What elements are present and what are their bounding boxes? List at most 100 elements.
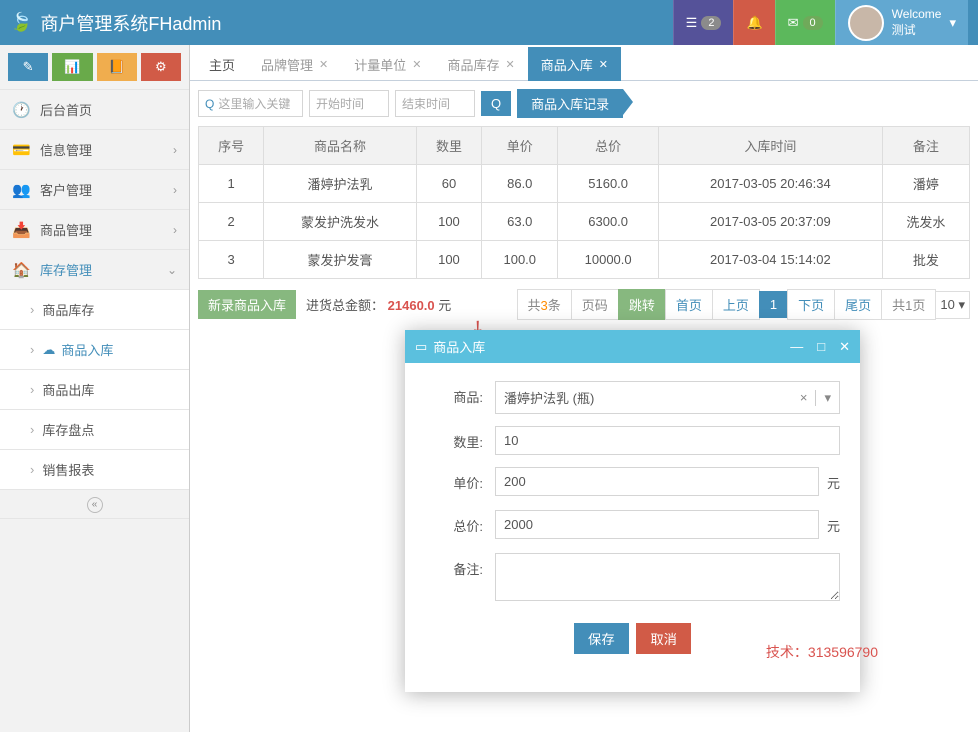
sidebar-subitem-2[interactable]: 商品出库 [0, 370, 189, 410]
table-header: 入库时间 [658, 127, 882, 165]
sidebar-subitem-0[interactable]: 商品库存 [0, 290, 189, 330]
total-unit: 元 [819, 510, 840, 541]
table-row[interactable]: 3蒙发护发膏100100.010000.02017-03-04 15:14:02… [199, 241, 970, 279]
tab-bar: 主页品牌管理✕计量单位✕商品库存✕商品入库✕ [190, 45, 978, 81]
action-stats[interactable]: 📊 [52, 53, 92, 81]
start-date-input[interactable]: 开始时间 [309, 90, 389, 117]
app-title-wrap: 🍃 商户管理系统FHadmin [10, 10, 221, 36]
tab-0[interactable]: 主页 [196, 47, 248, 81]
table-header: 总价 [558, 127, 658, 165]
dialog-title: 商品入库 [433, 337, 485, 356]
page-total: 共3条 [517, 289, 572, 320]
end-date-input[interactable]: 结束时间 [395, 90, 475, 117]
mail-badge: 0 [803, 16, 823, 30]
mail-icon: ✉ [788, 15, 799, 31]
close-icon[interactable]: ✕ [506, 58, 515, 71]
welcome-block: Welcome 测试 [892, 7, 942, 38]
price-input[interactable] [495, 467, 819, 496]
product-select[interactable]: 潘婷护法乳 (瓶) × ▾ [495, 381, 840, 414]
close-icon[interactable]: ✕ [319, 58, 328, 71]
action-book[interactable]: 📙 [97, 53, 137, 81]
sidebar-subitem-1[interactable]: ☁商品入库 [0, 330, 189, 370]
label-remark: 备注: [425, 553, 495, 578]
close-icon[interactable]: ✕ [599, 58, 608, 71]
sidebar-collapse[interactable]: « [0, 490, 189, 519]
price-unit: 元 [819, 467, 840, 498]
sidebar-item-1[interactable]: 💳信息管理› [0, 130, 189, 170]
book-icon: 📙 [109, 59, 125, 75]
search-input[interactable]: Q 这里输入关键 [198, 90, 303, 117]
close-icon[interactable]: ✕ [412, 58, 421, 71]
sidebar: ✎ 📊 📙 ⚙ 🕐后台首页💳信息管理›👥客户管理›📥商品管理›🏠库存管理⌄商品库… [0, 45, 190, 732]
user-menu[interactable]: Welcome 测试 ▾ [835, 0, 968, 45]
clear-icon[interactable]: × [800, 390, 808, 406]
label-product: 商品: [425, 381, 495, 406]
table-header: 备注 [882, 127, 969, 165]
qty-input[interactable] [495, 426, 840, 455]
sidebar-item-3[interactable]: 📥商品管理› [0, 210, 189, 250]
chevron-right-icon: › [173, 183, 177, 197]
tab-2[interactable]: 计量单位✕ [341, 47, 434, 81]
caret-down-icon: ▾ [815, 390, 831, 406]
save-button[interactable]: 保存 [574, 623, 629, 654]
maximize-icon[interactable]: □ [817, 339, 825, 355]
page-next[interactable]: 下页 [787, 289, 835, 320]
tasks-button[interactable]: ☰ 2 [673, 0, 734, 45]
table-row[interactable]: 1潘婷护法乳6086.05160.02017-03-05 20:46:34潘婷 [199, 165, 970, 203]
dialog: ▭ 商品入库 — □ ✕ 商品: 潘婷护法乳 (瓶) ×▾ 数里: [405, 330, 860, 692]
action-settings[interactable]: ⚙ [141, 53, 181, 81]
sidebar-item-0[interactable]: 🕐后台首页 [0, 90, 189, 130]
total-input[interactable] [495, 510, 819, 539]
sidebar-subitem-3[interactable]: 库存盘点 [0, 410, 189, 450]
avatar [848, 5, 884, 41]
search-button[interactable]: Q [481, 91, 511, 116]
bell-icon: 🔔 [746, 15, 762, 31]
nav-icon: 📥 [12, 221, 32, 239]
action-edit[interactable]: ✎ [8, 53, 48, 81]
notifications-button[interactable]: 🔔 [733, 0, 774, 45]
table-row[interactable]: 2蒙发护洗发水10063.06300.02017-03-05 20:37:09洗… [199, 203, 970, 241]
tab-4[interactable]: 商品入库✕ [528, 47, 621, 81]
table-header: 单价 [482, 127, 558, 165]
table-header-row: 序号商品名称数里单价总价入库时间备注 [199, 127, 970, 165]
tab-3[interactable]: 商品库存✕ [434, 47, 527, 81]
page-input[interactable]: 页码 [571, 289, 619, 320]
records-button[interactable]: 商品入库记录 [517, 89, 623, 118]
leaf-icon: 🍃 [10, 12, 32, 33]
table-body: 1潘婷护法乳6086.05160.02017-03-05 20:46:34潘婷2… [199, 165, 970, 279]
pencil-icon: ✎ [23, 59, 34, 75]
new-record-button[interactable]: 新录商品入库 [198, 290, 296, 319]
amount-value: 21460.0 [388, 298, 435, 313]
app-header: 🍃 商户管理系统FHadmin ☰ 2 🔔 ✉ 0 Welcome 测试 ▾ [0, 0, 978, 45]
page-current[interactable]: 1 [759, 291, 788, 318]
table-header: 数里 [416, 127, 481, 165]
page-size-select[interactable]: 10 ▾ [935, 291, 970, 319]
page-last[interactable]: 尾页 [834, 289, 882, 320]
page-pages: 共1页 [881, 289, 936, 320]
nav-icon: 🕐 [12, 101, 32, 119]
close-icon[interactable]: ✕ [839, 339, 850, 355]
main-panel: 主页品牌管理✕计量单位✕商品库存✕商品入库✕ Q 这里输入关键 开始时间 结束时… [190, 45, 978, 732]
cancel-button[interactable]: 取消 [636, 623, 691, 654]
sidebar-item-2[interactable]: 👥客户管理› [0, 170, 189, 210]
minimize-icon[interactable]: — [790, 339, 803, 355]
chevron-right-icon: › [173, 143, 177, 157]
toolbar: Q 这里输入关键 开始时间 结束时间 Q 商品入库记录 [190, 81, 978, 126]
tab-1[interactable]: 品牌管理✕ [248, 47, 341, 81]
remark-input[interactable] [495, 553, 840, 601]
page-prev[interactable]: 上页 [712, 289, 760, 320]
dialog-header[interactable]: ▭ 商品入库 — □ ✕ [405, 330, 860, 363]
amount-label: 进货总金额： 21460.0 元 [306, 295, 451, 314]
table-header: 商品名称 [264, 127, 416, 165]
page-first[interactable]: 首页 [665, 289, 713, 320]
sidebar-item-4[interactable]: 🏠库存管理⌄ [0, 250, 189, 290]
sidebar-subitem-4[interactable]: 销售报表 [0, 450, 189, 490]
side-nav: 🕐后台首页💳信息管理›👥客户管理›📥商品管理›🏠库存管理⌄商品库存☁商品入库商品… [0, 90, 189, 490]
page-jump[interactable]: 跳转 [618, 289, 666, 320]
mail-button[interactable]: ✉ 0 [775, 0, 835, 45]
tasks-icon: ☰ [686, 15, 698, 31]
product-value: 潘婷护法乳 (瓶) [504, 388, 594, 407]
welcome-user: 测试 [892, 23, 942, 39]
nav-icon: 👥 [12, 181, 32, 199]
label-price: 单价: [425, 467, 495, 492]
